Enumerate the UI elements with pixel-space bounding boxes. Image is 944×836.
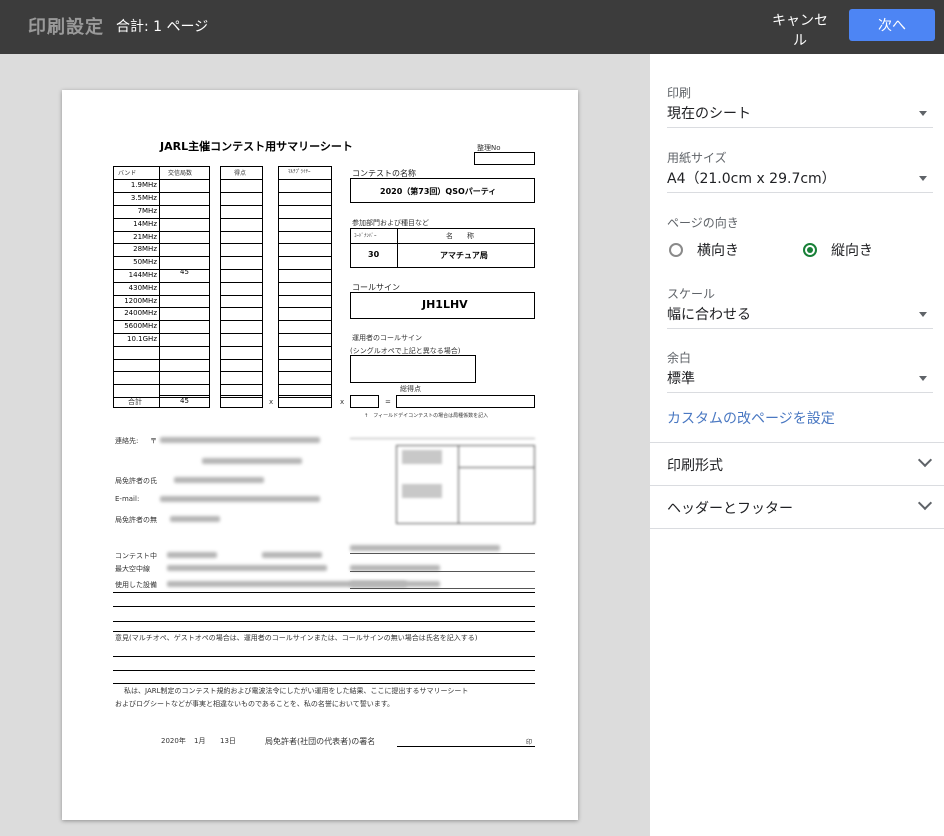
oath-line-2: およびログシートなどが事実と相違ないものであることを、私の名誉において誓います。 bbox=[115, 700, 395, 708]
max-power-label: 最大空中線 bbox=[115, 565, 150, 573]
contest-name: 2020（第73回）QSOパーティ bbox=[380, 187, 497, 196]
landscape-radio[interactable] bbox=[669, 243, 683, 257]
times-sign-2: x bbox=[340, 398, 345, 406]
operator-callsign-box bbox=[350, 355, 476, 383]
band-row-label: 1200MHz bbox=[124, 296, 157, 305]
email-label: E-mail: bbox=[115, 495, 140, 503]
band-row-label: 7MHz bbox=[137, 206, 157, 215]
equipment-label: 使用した設備 bbox=[115, 581, 157, 589]
scale-select[interactable]: 幅に合わせる bbox=[667, 300, 933, 329]
equals-sign: = bbox=[385, 398, 391, 406]
signature-label: 局免許者(社団の代表者)の署名 bbox=[265, 737, 376, 746]
category-box bbox=[350, 228, 535, 268]
portrait-label[interactable]: 縦向き bbox=[831, 240, 873, 260]
date-month: 1月 bbox=[194, 737, 206, 745]
margin-select[interactable]: 標準 bbox=[667, 364, 933, 393]
category-label: 参加部門および種目など bbox=[352, 219, 429, 227]
band-row-label: 21MHz bbox=[133, 232, 157, 241]
band-row-label: 28MHz bbox=[133, 245, 157, 254]
scale-value: 幅に合わせる bbox=[667, 307, 751, 323]
cancel-button[interactable]: キャンセル bbox=[760, 9, 840, 49]
band-row-label: 10.1GHz bbox=[127, 334, 157, 343]
margin-value: 標準 bbox=[667, 371, 695, 387]
print-format-section[interactable]: 印刷形式 bbox=[650, 443, 944, 485]
seal-mark: 印 bbox=[526, 739, 533, 746]
dropdown-caret-icon bbox=[919, 176, 927, 181]
band-row-label: 430MHz bbox=[128, 283, 157, 292]
portrait-radio[interactable] bbox=[803, 243, 817, 257]
code-number: 30 bbox=[368, 250, 380, 259]
total-label: 合計 bbox=[128, 398, 142, 406]
postal-mark: 〒 bbox=[150, 437, 157, 445]
field-day-note: ↑ フィールドデイコンテストの場合は局種係数を記入 bbox=[364, 413, 489, 419]
operator-callsign-label: 運用者のコールサイン bbox=[352, 334, 422, 342]
total-points-box bbox=[220, 395, 263, 408]
coefficient-box bbox=[350, 395, 379, 408]
preview-page: JARL主催コンテスト用サマリーシート 整理No バンド 交信局数 得点 ﾏﾙﾁ… bbox=[62, 90, 578, 820]
chevron-down-icon bbox=[917, 495, 933, 511]
print-format-label: 印刷形式 bbox=[667, 458, 723, 474]
print-target-select[interactable]: 現在のシート bbox=[667, 99, 933, 128]
total-points-label: 総得点 bbox=[400, 385, 421, 393]
total-qso: 45 bbox=[180, 397, 189, 405]
contest-station-label: コンテスト中 bbox=[115, 552, 157, 560]
print-target-value: 現在のシート bbox=[667, 106, 751, 122]
print-preview-area: JARL主催コンテスト用サマリーシート 整理No バンド 交信局数 得点 ﾏﾙﾁ… bbox=[0, 54, 650, 836]
custom-page-breaks-link[interactable]: カスタムの改ページを設定 bbox=[667, 408, 835, 428]
col-qso-label: 交信局数 bbox=[168, 170, 193, 177]
chevron-down-icon bbox=[917, 452, 933, 468]
paper-size-select[interactable]: A4（21.0cm x 29.7cm） bbox=[667, 164, 933, 193]
oath-line-1: 私は、JARL制定のコンテスト規約および電波法令にしたがい運用をした結果、ここに… bbox=[124, 687, 469, 695]
dropdown-caret-icon bbox=[919, 312, 927, 317]
landscape-label[interactable]: 横向き bbox=[697, 240, 739, 260]
category-name: アマチュア局 bbox=[440, 251, 488, 260]
band-row-label: 3.5MHz bbox=[130, 194, 157, 203]
dropdown-caret-icon bbox=[919, 376, 927, 381]
callsign: JH1LHV bbox=[422, 298, 468, 311]
times-sign-1: x bbox=[269, 398, 274, 406]
band-row-label: 50MHz bbox=[133, 258, 157, 267]
date-year: 2020年 bbox=[161, 737, 186, 745]
paper-size-value: A4（21.0cm x 29.7cm） bbox=[667, 171, 836, 187]
band-row-label: 5600MHz bbox=[124, 322, 157, 331]
contact-label: 連絡先: bbox=[115, 437, 139, 445]
dialog-title: 印刷設定 bbox=[28, 17, 104, 38]
name-label: 名 称 bbox=[446, 232, 474, 240]
licensee-location-label: 局免許者の無 bbox=[115, 516, 157, 524]
opinion-label: 意見(マルチオペ、ゲストオペの場合は、運用者のコールサインまたは、コールサインの… bbox=[115, 634, 478, 642]
code-number-label: ｺｰﾄﾞﾅﾝﾊﾞｰ bbox=[354, 233, 377, 239]
dropdown-caret-icon bbox=[919, 111, 927, 116]
col-band-label: バンド bbox=[118, 170, 137, 177]
date-day: 13日 bbox=[220, 737, 236, 745]
total-multiplier-box bbox=[278, 395, 332, 408]
orientation-label: ページの向き bbox=[667, 216, 739, 230]
header-footer-section[interactable]: ヘッダーとフッター bbox=[650, 486, 944, 528]
band-row-label: 1.9MHz bbox=[130, 181, 157, 190]
qso-144: 45 bbox=[180, 268, 189, 276]
grand-total-box bbox=[396, 395, 535, 408]
next-button[interactable]: 次へ bbox=[849, 9, 935, 41]
settings-panel: 印刷 現在のシート 用紙サイズ A4（21.0cm x 29.7cm） ページの… bbox=[650, 54, 944, 836]
page-count: 合計: 1 ページ bbox=[116, 19, 209, 35]
col-points-label: 得点 bbox=[234, 170, 247, 177]
licensee-name-label: 局免許者の氏 bbox=[115, 477, 157, 485]
band-row-label: 14MHz bbox=[133, 219, 157, 228]
col-multiplier-label: ﾏﾙﾁﾌﾟﾗｲﾔｰ bbox=[288, 169, 311, 175]
band-row-label: 144MHz bbox=[128, 270, 157, 279]
header-footer-label: ヘッダーとフッター bbox=[667, 501, 793, 517]
top-bar: 印刷設定 合計: 1 ページ キャンセル 次へ bbox=[0, 0, 944, 54]
band-row-label: 2400MHz bbox=[124, 309, 157, 318]
